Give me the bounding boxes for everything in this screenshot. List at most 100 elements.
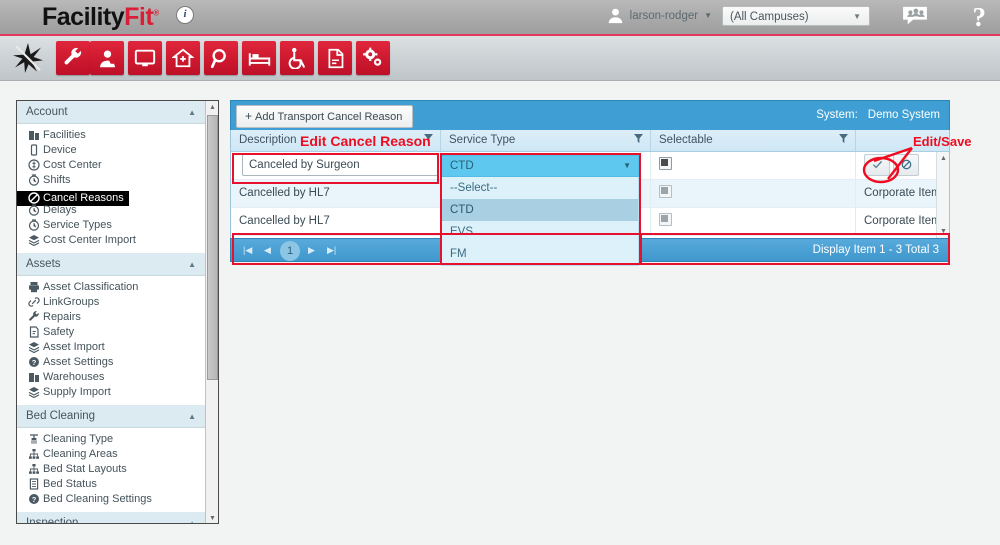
selectable-checkbox[interactable] [659, 157, 672, 170]
campus-select[interactable]: (All Campuses) ▼ [722, 6, 870, 26]
description-input[interactable] [242, 154, 438, 176]
avatar [607, 7, 624, 24]
sidebar-item-label: Asset Settings [43, 356, 113, 368]
sidebar-item-label: Cleaning Areas [43, 448, 118, 460]
sidebar-row: Bed Stat Layouts [17, 462, 218, 477]
add-transport-cancel-reason-button[interactable]: +Add Transport Cancel Reason [236, 105, 413, 128]
sidebar-item-shifts[interactable]: Shifts [17, 173, 218, 188]
filter-icon[interactable] [839, 134, 848, 143]
clock-icon [28, 204, 40, 216]
magnifier-icon[interactable] [204, 41, 238, 75]
wheelchair-icon[interactable] [280, 41, 314, 75]
sidebar-item-asset-settings[interactable]: ? Asset Settings [17, 355, 218, 370]
dropdown-option-list: --Select--CTDEVSFM [441, 177, 639, 266]
dropdown-option-fm[interactable]: FM [442, 243, 638, 265]
logo-trademark: ® [153, 9, 158, 18]
star-burst-icon[interactable] [12, 42, 44, 74]
scroll-up-arrow-icon[interactable]: ▲ [209, 104, 216, 111]
help-icon[interactable]: ? [973, 2, 987, 33]
sidebar-scrollbar[interactable]: ▲ ▼ [205, 101, 218, 524]
sidebar-item-delays[interactable]: Delays [17, 203, 218, 218]
sidebar-row: LinkGroups [17, 295, 218, 310]
left-nav-sidebar[interactable]: Account▲ Facilities Device Cost CenterShift… [16, 100, 219, 524]
sidebar-item-label: Asset Classification [43, 281, 138, 293]
dropdown-option-ctd[interactable]: CTD [442, 199, 638, 221]
grid-scrollbar[interactable]: ▲ ▼ [936, 152, 949, 238]
sidebar-item-cleaning-areas[interactable]: Cleaning Areas [17, 447, 218, 462]
sidebar-group-assets[interactable]: Assets▲ [17, 253, 218, 276]
corporate-item-label: Corporate Item [864, 187, 941, 199]
sidebar-row: Shifts [17, 173, 218, 188]
hierarchy-icon [28, 448, 40, 460]
sidebar-item-asset-classification[interactable]: Asset Classification [17, 280, 218, 295]
cancel-button[interactable] [893, 154, 919, 176]
sidebar-item-facilities[interactable]: Facilities [17, 128, 218, 143]
sidebar-group-bed-cleaning[interactable]: Bed Cleaning▲ [17, 405, 218, 428]
cell-description: Cancelled by HL7 [231, 208, 441, 235]
page-number-1[interactable]: 1 [280, 241, 300, 261]
sidebar-groups: Account▲ Facilities Device Cost CenterShift… [17, 101, 218, 524]
sidebar-row: Cost Center [17, 158, 218, 173]
sidebar-scroll-thumb[interactable] [207, 115, 218, 380]
collapse-arrow-icon[interactable]: ▲ [188, 405, 196, 428]
sidebar-item-label: Asset Import [43, 341, 105, 353]
house-plus-icon[interactable] [166, 41, 200, 75]
sidebar-item-supply-import[interactable]: Supply Import [17, 385, 218, 400]
sidebar-item-bed-cleaning-settings[interactable]: ?Bed Cleaning Settings [17, 492, 218, 507]
sidebar-item-asset-import[interactable]: Asset Import [17, 340, 218, 355]
sidebar-item-label: Supply Import [43, 386, 111, 398]
gears-icon[interactable] [356, 41, 390, 75]
column-header-selectable[interactable]: Selectable [651, 130, 856, 151]
dollar-circle-icon [28, 159, 40, 171]
column-header-service-type[interactable]: Service Type [441, 130, 651, 151]
document-icon[interactable] [318, 41, 352, 75]
svg-text:?: ? [32, 358, 37, 367]
collapse-arrow-icon[interactable]: ▲ [188, 101, 196, 124]
info-icon[interactable]: i [176, 6, 194, 24]
sidebar-item-cost-center[interactable]: Cost Center [17, 158, 218, 173]
chat-group-icon[interactable] [902, 5, 928, 27]
scroll-down-arrow-icon[interactable]: ▼ [940, 228, 947, 235]
next-page-icon[interactable]: ▶ [308, 245, 315, 256]
sidebar-item-cleaning-type[interactable]: Cleaning Type [17, 432, 218, 447]
dropdown-option-select[interactable]: --Select-- [442, 177, 638, 199]
link-icon [28, 296, 40, 308]
sidebar-group-inspection[interactable]: Inspection▲ [17, 512, 218, 524]
user-menu[interactable]: larson-rodger ▼ [607, 7, 712, 24]
sidebar-item-service-types[interactable]: Service Types [17, 218, 218, 233]
collapse-arrow-icon[interactable]: ▲ [188, 512, 196, 524]
question-circle-icon: ? [28, 493, 40, 505]
sidebar-item-label: Service Types [43, 219, 112, 231]
filter-icon[interactable] [634, 134, 643, 143]
sidebar-group-account[interactable]: Account▲ [17, 101, 218, 124]
sidebar-item-safety[interactable]: Safety [17, 325, 218, 340]
sidebar-item-label: Device [43, 144, 77, 156]
monitor-icon[interactable] [128, 41, 162, 75]
person-icon[interactable] [90, 41, 124, 75]
first-page-icon[interactable]: |◀ [243, 245, 252, 256]
dropdown-selected-value-box[interactable]: CTD ▼ [441, 155, 639, 177]
dropdown-option-evs[interactable]: EVS [442, 221, 638, 243]
scroll-up-arrow-icon[interactable]: ▲ [940, 155, 947, 162]
bed-icon[interactable] [242, 41, 276, 75]
sidebar-item-device[interactable]: Device [17, 143, 218, 158]
collapse-arrow-icon[interactable]: ▲ [188, 253, 196, 276]
sidebar-item-label: Facilities [43, 129, 86, 141]
sidebar-item-repairs[interactable]: Repairs [17, 310, 218, 325]
top-header-bar: FacilityFit® i larson-rodger ▼ (All Camp… [0, 0, 1000, 36]
sidebar-item-cost-center-import[interactable]: Cost Center Import [17, 233, 218, 248]
prev-page-icon[interactable]: ◀ [264, 245, 271, 256]
service-type-dropdown[interactable]: CTD ▼ --Select--CTDEVSFM [441, 155, 639, 266]
scroll-down-arrow-icon[interactable]: ▼ [209, 515, 216, 522]
layers-icon [28, 341, 40, 353]
sidebar-item-warehouses[interactable]: Warehouses [17, 370, 218, 385]
sidebar-item-list: FacilitiesDeviceCost CenterShiftsCancel … [17, 124, 218, 253]
sidebar-item-linkgroups[interactable]: LinkGroups [17, 295, 218, 310]
selectable-checkbox [659, 185, 672, 198]
save-button[interactable] [864, 154, 890, 176]
sidebar-item-label: Shifts [43, 174, 71, 186]
sidebar-item-bed-status[interactable]: Bed Status [17, 477, 218, 492]
wrench-icon[interactable] [56, 41, 90, 75]
sidebar-item-bed-stat-layouts[interactable]: Bed Stat Layouts [17, 462, 218, 477]
last-page-icon[interactable]: ▶| [327, 245, 336, 256]
